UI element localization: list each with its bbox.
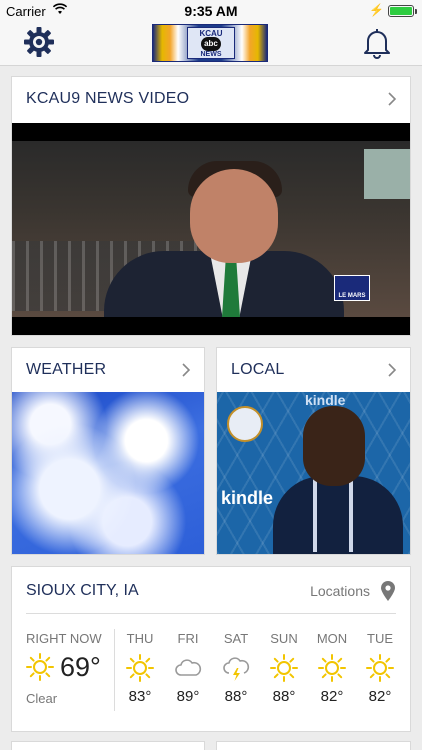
notifications-bell-icon[interactable] <box>362 26 392 60</box>
forecast-day-tue[interactable]: TUE 82° <box>356 631 404 705</box>
sun-icon <box>366 654 394 682</box>
news-video-card[interactable]: KCAU9 NEWS VIDEO LE MARS <box>11 76 411 336</box>
battery-icon <box>388 5 417 17</box>
logo-badge: KCAU abc NEWS <box>187 27 235 59</box>
local-news-image[interactable]: kindle kindle <box>217 392 410 554</box>
forecast-temp: 83° <box>128 688 152 705</box>
chevron-right-icon <box>388 363 397 377</box>
sun-icon <box>126 654 154 682</box>
forecast-temp: 88° <box>272 688 296 705</box>
forecast-temp: 82° <box>368 688 392 705</box>
cloud-icon <box>175 659 202 676</box>
forecast-day-mon[interactable]: MON 82° <box>308 631 356 705</box>
forecast-day-sun[interactable]: SUN 88° <box>260 631 308 705</box>
storm-icon <box>223 657 250 681</box>
status-bar: Carrier 9:35 AM ⚡ <box>0 0 422 22</box>
chevron-right-icon <box>182 363 191 377</box>
sun-icon <box>270 654 298 682</box>
news-video-header[interactable]: KCAU9 NEWS VIDEO <box>12 77 410 121</box>
forecast-day-label: TUE <box>367 631 393 646</box>
station-logo[interactable]: KCAU abc NEWS <box>152 24 268 62</box>
location-pin-icon <box>381 581 395 601</box>
forecast-day-label: FRI <box>177 631 199 646</box>
video-thumbnail[interactable]: LE MARS <box>12 123 410 335</box>
forecast-temp: 89° <box>176 688 200 705</box>
forecast-day-label: SAT <box>223 631 249 646</box>
current-temperature: 69° <box>60 652 101 682</box>
news-video-title: KCAU9 NEWS VIDEO <box>26 90 190 107</box>
clock: 9:35 AM <box>184 3 238 19</box>
chevron-right-icon <box>388 92 397 106</box>
logo-abc: abc <box>201 37 221 51</box>
weather-tile-title: WEATHER <box>26 361 107 378</box>
forecast-day-fri[interactable]: FRI 89° <box>164 631 212 705</box>
right-now-block: RIGHT NOW 69° Clear <box>26 631 112 706</box>
station-bug: LE MARS <box>334 275 370 301</box>
next-card-right[interactable] <box>216 741 411 750</box>
location-name: SIOUX CITY, IA <box>26 582 139 599</box>
weather-tile[interactable]: WEATHER <box>11 347 205 555</box>
forecast-temp: 82° <box>320 688 344 705</box>
station-bug-text: LE MARS <box>338 293 366 299</box>
weather-tile-header[interactable]: WEATHER <box>12 348 204 392</box>
current-condition: Clear <box>26 691 58 706</box>
next-card-left[interactable] <box>11 741 205 750</box>
video-frame: LE MARS <box>12 141 410 317</box>
kindle-backdrop-bottom: kindle <box>221 488 274 508</box>
local-tile[interactable]: LOCAL kindle kindle <box>216 347 411 555</box>
weather-sky-image[interactable] <box>12 392 204 554</box>
right-now-label: RIGHT NOW <box>26 631 102 646</box>
forecast-temp: 88° <box>224 688 248 705</box>
charging-icon: ⚡ <box>369 3 384 17</box>
card-divider <box>26 613 396 614</box>
sun-icon <box>318 654 346 682</box>
settings-gear-icon[interactable] <box>22 25 56 59</box>
current-weather-card[interactable]: SIOUX CITY, IA Locations RIGHT NOW 69° C… <box>11 566 411 732</box>
local-tile-header[interactable]: LOCAL <box>217 348 410 392</box>
forecast-day-sat[interactable]: SAT 88° <box>212 631 260 705</box>
sun-icon <box>26 653 54 681</box>
logo-news: NEWS <box>200 51 222 58</box>
nav-bar: KCAU abc NEWS <box>0 22 422 66</box>
forecast-day-label: MON <box>316 631 348 646</box>
forecast-day-label: THU <box>126 631 154 646</box>
spelling-bee-seal <box>227 406 263 442</box>
forecast-day-label: SUN <box>270 631 298 646</box>
locations-label: Locations <box>310 583 370 599</box>
local-tile-title: LOCAL <box>231 361 285 378</box>
forecast-day-thu[interactable]: THU 83° <box>116 631 164 705</box>
forecast-divider <box>114 629 115 711</box>
